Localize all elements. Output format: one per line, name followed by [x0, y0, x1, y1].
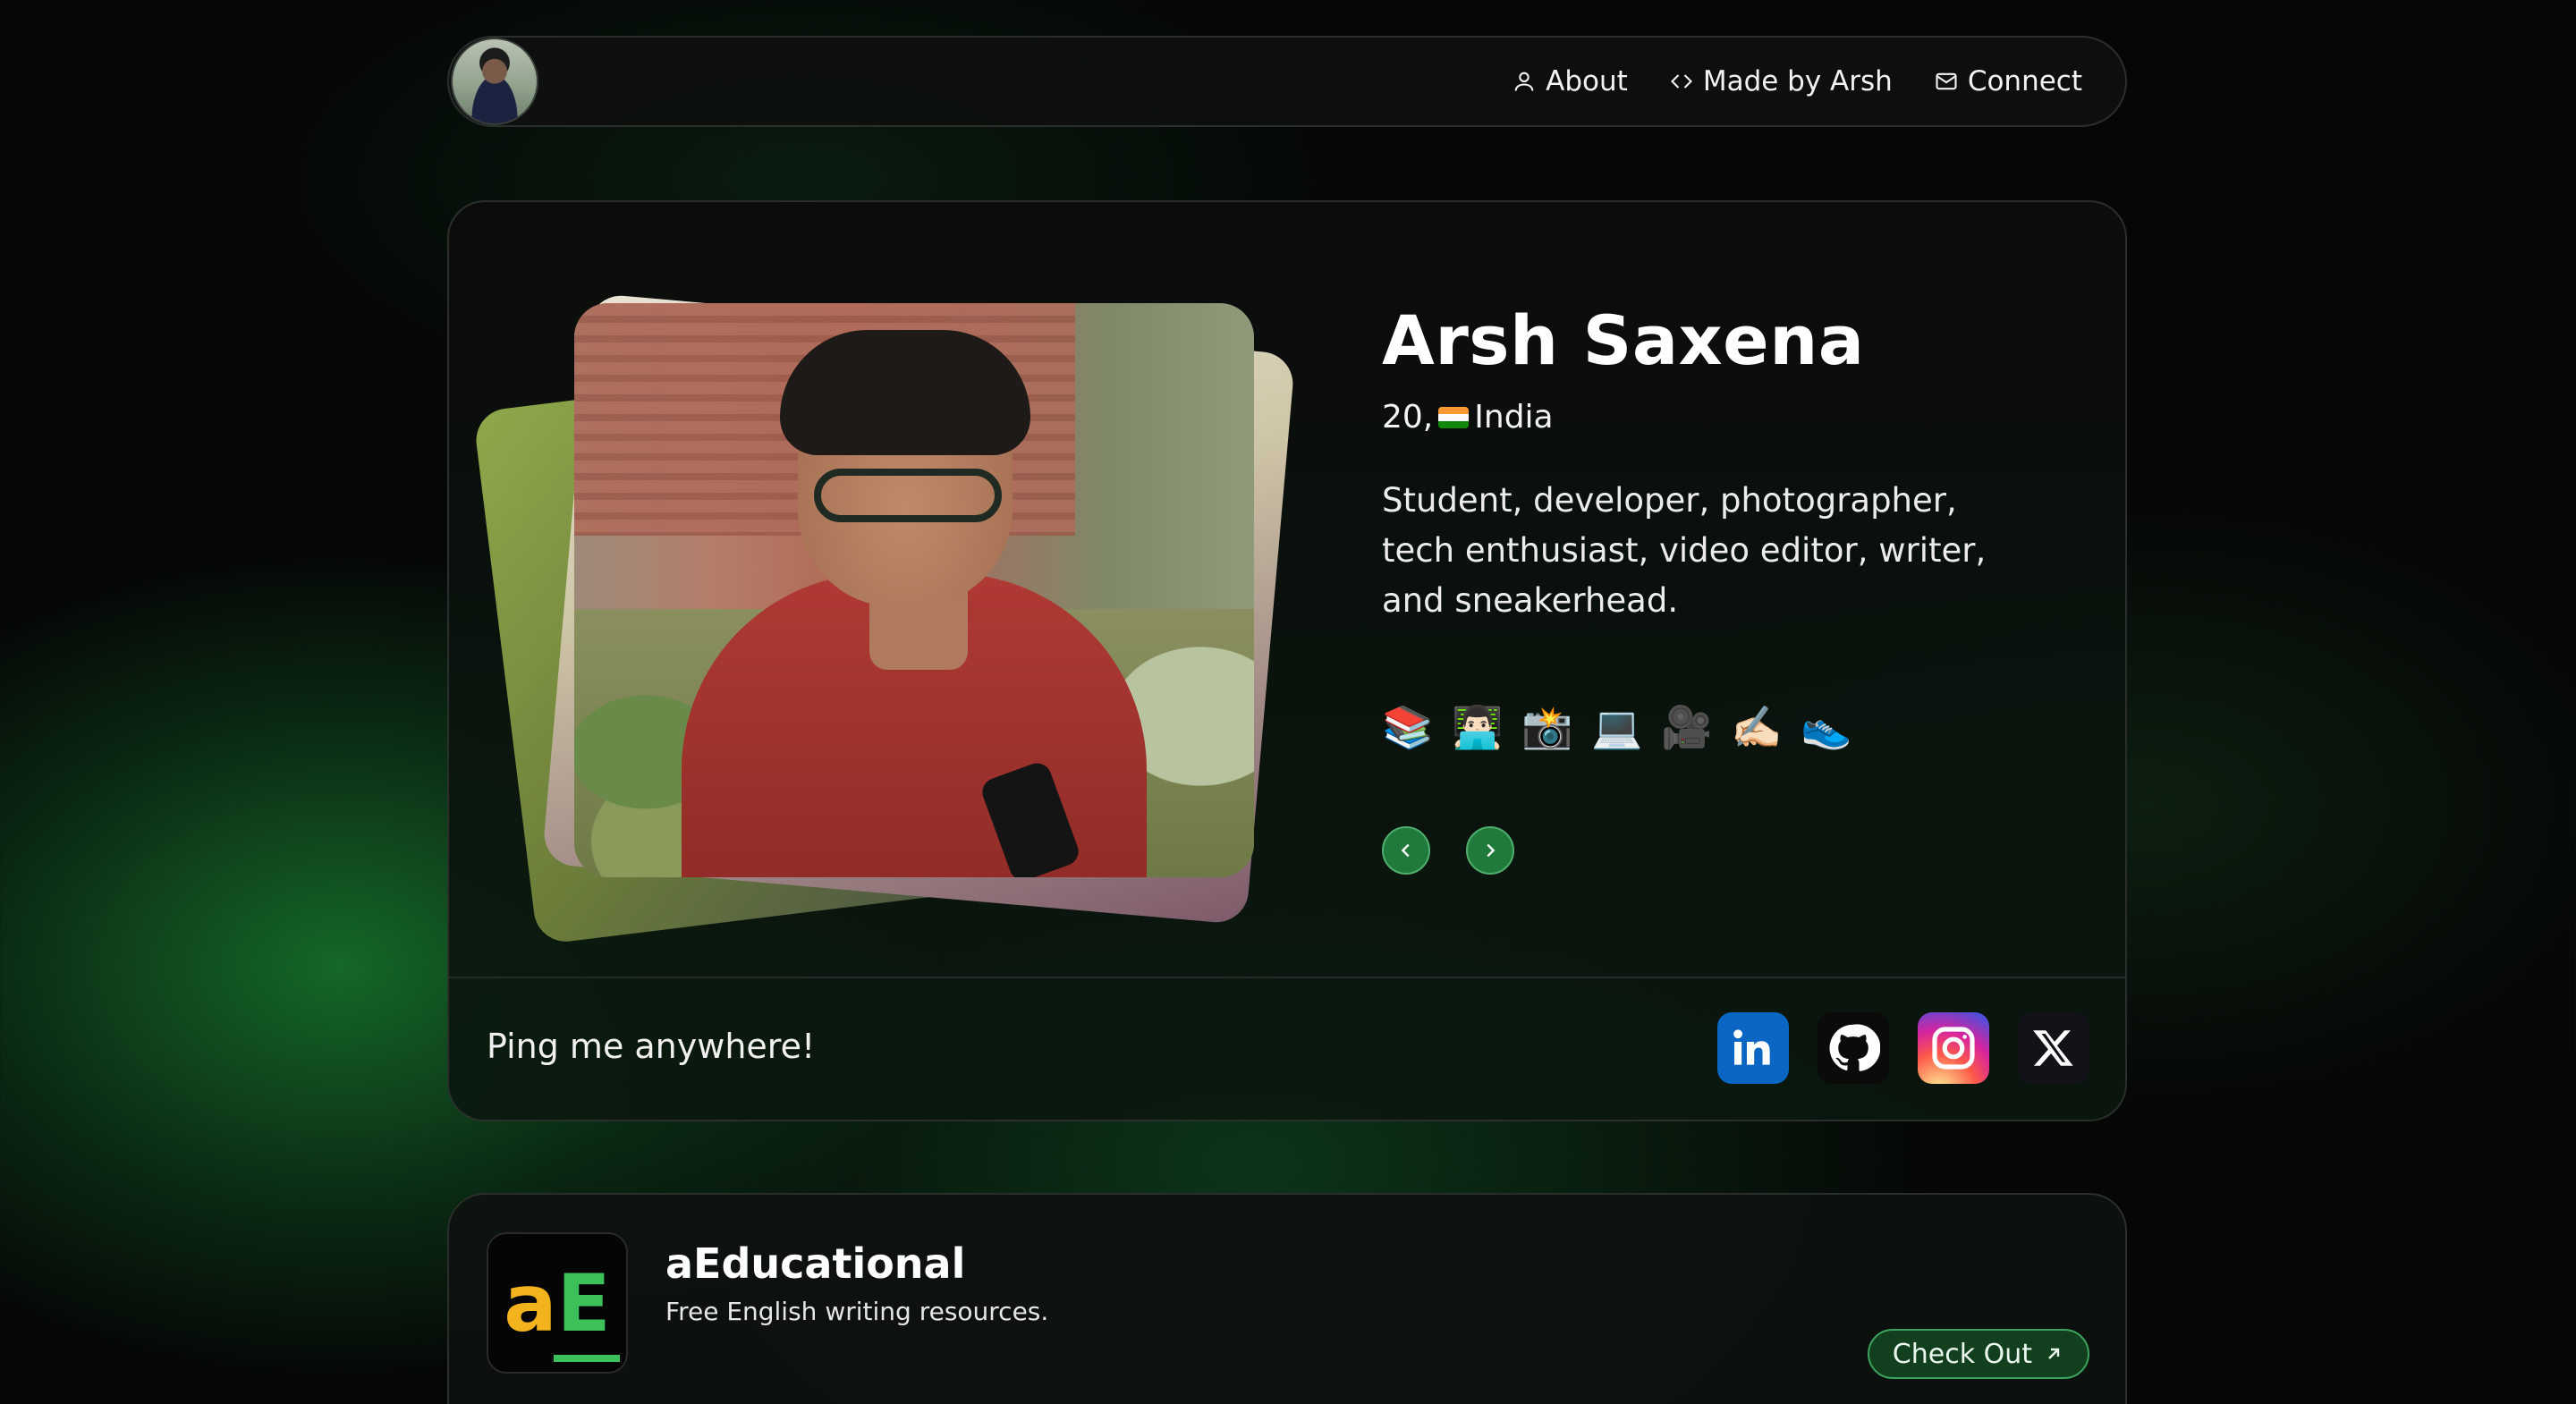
project-card: aE aEducational Free English writing res…: [447, 1193, 2127, 1404]
writing-hand-emoji: ✍🏻: [1731, 703, 1783, 751]
arrow-up-right-icon: [2048, 1348, 2060, 1359]
nav-made-by-link[interactable]: Made by Arsh: [1669, 65, 1893, 97]
ping-label: Ping me anywhere!: [487, 1027, 816, 1066]
instagram-icon: [1932, 1027, 1975, 1070]
nav-connect-link[interactable]: Connect: [1934, 65, 2082, 97]
github-link[interactable]: [1818, 1012, 1889, 1084]
nav-about-link[interactable]: About: [1512, 65, 1628, 97]
developer-emoji: 👨🏻‍💻: [1452, 703, 1504, 751]
prev-photo-button[interactable]: [1382, 826, 1430, 875]
github-icon: [1829, 1024, 1880, 1071]
interest-emojis: 📚 👨🏻‍💻 📸 💻 🎥 ✍🏻 👟: [1382, 703, 1852, 752]
check-out-button[interactable]: Check Out: [1867, 1329, 2089, 1379]
laptop-emoji: 💻: [1591, 703, 1643, 751]
avatar[interactable]: [451, 38, 538, 125]
nav-links: About Made by Arsh Connect: [1512, 38, 2082, 125]
profile-card: Arsh Saxena 20, India Student, developer…: [447, 200, 2127, 1121]
x-icon: [2033, 1030, 2073, 1066]
profile-photo: [574, 303, 1254, 877]
nav-about-label: About: [1546, 65, 1628, 97]
project-title: aEducational: [665, 1239, 966, 1288]
profile-age-country: 20, India: [1382, 399, 1554, 436]
check-out-label: Check Out: [1892, 1338, 2032, 1370]
profile-bio: Student, developer, photographer, tech e…: [1382, 481, 1987, 620]
aeducational-logo: aE: [487, 1232, 628, 1374]
nav-connect-label: Connect: [1967, 65, 2082, 97]
linkedin-icon: [1733, 1029, 1770, 1065]
chevron-right-icon: [1487, 843, 1496, 858]
project-description: Free English writing resources.: [665, 1297, 1049, 1326]
photo-stack[interactable]: [472, 287, 1296, 967]
mail-icon: [1936, 72, 1957, 90]
profile-age: 20,: [1382, 399, 1434, 436]
books-emoji: 📚: [1382, 703, 1434, 751]
code-icon: [1670, 74, 1692, 89]
user-icon: [1514, 72, 1534, 91]
profile-name: Arsh Saxena: [1382, 300, 1865, 380]
profile-country: India: [1474, 399, 1554, 436]
india-flag-icon: [1438, 406, 1470, 428]
divider: [449, 977, 2125, 978]
camera-emoji: 📸: [1521, 703, 1573, 751]
sneaker-emoji: 👟: [1801, 703, 1852, 751]
photo-carousel-controls: [1382, 826, 1514, 875]
top-nav: About Made by Arsh Connect: [447, 36, 2127, 127]
x-link[interactable]: [2018, 1012, 2089, 1084]
linkedin-link[interactable]: [1717, 1012, 1789, 1084]
next-photo-button[interactable]: [1466, 826, 1514, 875]
video-camera-emoji: 🎥: [1661, 703, 1713, 751]
chevron-left-icon: [1401, 843, 1410, 858]
social-links: [1717, 1012, 2089, 1084]
nav-made-by-label: Made by Arsh: [1702, 65, 1893, 97]
instagram-link[interactable]: [1918, 1012, 1989, 1084]
